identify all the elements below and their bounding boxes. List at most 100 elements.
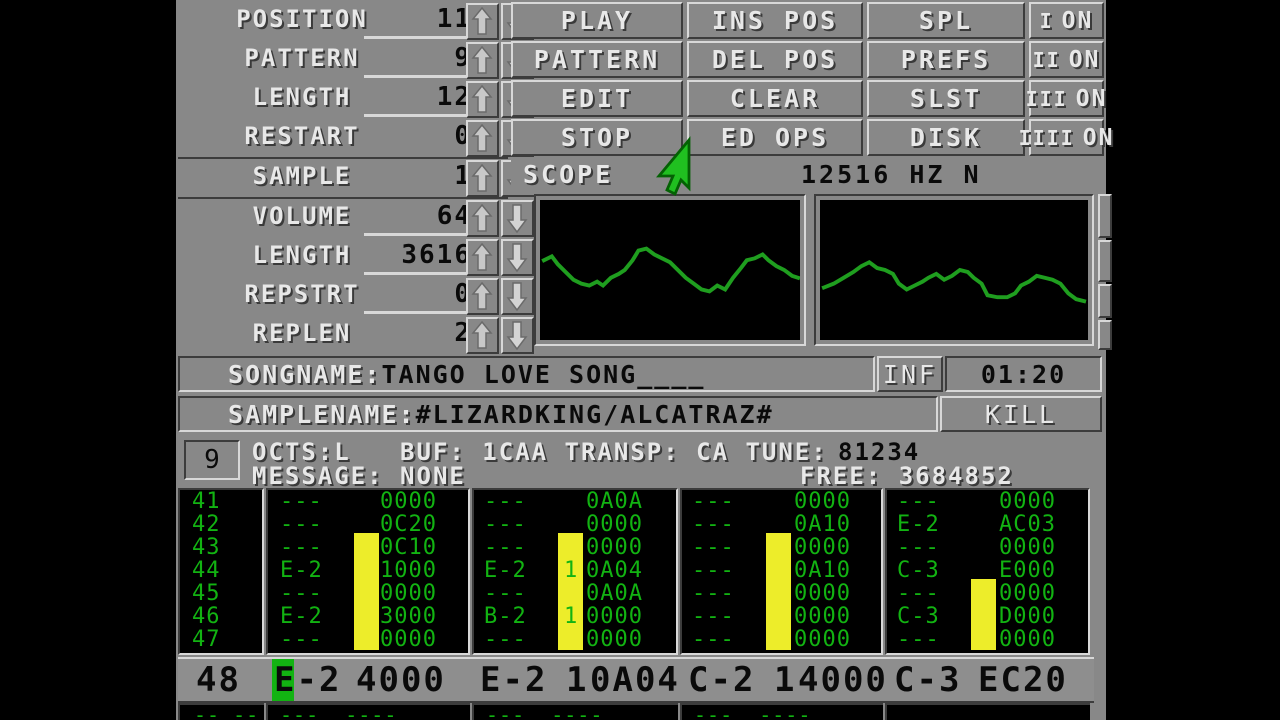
pattern-current-row[interactable]: 48 E-2 4000 E-2 1 0A04 C-2 1 4000 C-3 EC20: [178, 657, 1094, 703]
button-pattern[interactable]: PATTERN: [511, 41, 683, 78]
scope-display-right[interactable]: [814, 194, 1094, 346]
param-increment-button[interactable]: [466, 81, 499, 118]
button-ins-pos[interactable]: INS POS: [687, 2, 863, 39]
pattern-channel-column-4[interactable]: --- 0000 E-2 AC03 --- 0000 C-3 E000 --- 0000 C-3 D0…: [885, 488, 1090, 655]
current-row-effect-ch3[interactable]: 4000: [798, 659, 888, 701]
button-prefs[interactable]: PREFS: [867, 41, 1025, 78]
samplename-field[interactable]: SAMPLENAME: #LIZARDKING/ALCATRAZ#: [178, 396, 938, 432]
pattern-cell[interactable]: --- 0000: [682, 628, 881, 651]
param-increment-button[interactable]: [466, 200, 499, 237]
octave-box[interactable]: 9: [184, 440, 240, 480]
channel-toggle-1[interactable]: I ON: [1029, 2, 1104, 39]
scope-display-left[interactable]: [534, 194, 806, 346]
arrow-up-icon: [468, 83, 497, 116]
next-row-channel-2: --- ----: [472, 703, 678, 720]
current-row-sample-ch3[interactable]: 1: [774, 659, 796, 701]
pattern-cell[interactable]: --- 0000: [268, 490, 468, 513]
current-row-sample-ch2[interactable]: 1: [566, 659, 588, 701]
scroll-segment-3[interactable]: [1098, 284, 1112, 318]
param-increment-button[interactable]: [466, 278, 499, 315]
param-increment-button[interactable]: [466, 42, 499, 79]
channel-number-label: II: [1032, 47, 1061, 72]
button-spl[interactable]: SPL: [867, 2, 1025, 39]
param-value[interactable]: 9: [368, 41, 476, 76]
pattern-cell[interactable]: E-2 1000: [268, 559, 468, 582]
param-increment-button[interactable]: [466, 120, 499, 157]
pattern-cell[interactable]: --- 0C10: [268, 536, 468, 559]
pattern-cell[interactable]: --- 0000: [887, 628, 1088, 651]
pattern-cell[interactable]: E-2 AC03: [887, 513, 1088, 536]
button-ed-ops[interactable]: ED OPS: [687, 119, 863, 156]
pattern-cell[interactable]: --- 0000: [887, 490, 1088, 513]
param-value[interactable]: 64: [368, 199, 476, 234]
pattern-cell[interactable]: --- 0000: [268, 582, 468, 605]
kill-button[interactable]: KILL: [940, 396, 1102, 432]
channel-toggle-2[interactable]: II ON: [1029, 41, 1104, 78]
button-disk[interactable]: DISK: [867, 119, 1025, 156]
pattern-row-number: 41: [192, 489, 221, 514]
button-play[interactable]: PLAY: [511, 2, 683, 39]
current-row-effect-ch4[interactable]: EC20: [978, 659, 1068, 701]
button-stop[interactable]: STOP: [511, 119, 683, 156]
pattern-cell[interactable]: --- 0000: [682, 490, 881, 513]
scroll-segment-4[interactable]: [1098, 320, 1112, 350]
param-value[interactable]: 0: [368, 277, 476, 312]
pattern-cell[interactable]: --- 0000: [887, 582, 1088, 605]
button-clear[interactable]: CLEAR: [687, 80, 863, 117]
button-slst[interactable]: SLST: [867, 80, 1025, 117]
param-increment-button[interactable]: [466, 239, 499, 276]
channel-toggle-4[interactable]: IIII ON: [1019, 119, 1112, 156]
pattern-cell[interactable]: --- 0A0A: [474, 490, 676, 513]
current-row-note-ch4[interactable]: C-3: [894, 659, 961, 701]
pattern-cell[interactable]: --- 0000: [682, 605, 881, 628]
param-decrement-button[interactable]: [501, 278, 534, 315]
pattern-cell[interactable]: --- 0000: [474, 513, 676, 536]
pattern-cell[interactable]: B-2 1 0000: [474, 605, 676, 628]
songname-field[interactable]: SONGNAME: TANGO LOVE SONG____: [178, 356, 875, 392]
current-row-note-ch1[interactable]: E-2: [274, 659, 341, 701]
pattern-cell[interactable]: E-2 1 0A04: [474, 559, 676, 582]
param-value[interactable]: 12: [368, 80, 476, 115]
pattern-editor[interactable]: 41 42 43 44 45 46 47 --- 0000 --- 0C20 --- 0C10 E-2 10…: [178, 488, 1094, 655]
scope-rate-value: 12516: [801, 160, 892, 189]
button-edit[interactable]: EDIT: [511, 80, 683, 117]
param-decrement-button[interactable]: [501, 200, 534, 237]
pattern-cell[interactable]: --- 0A10: [682, 513, 881, 536]
param-decrement-button[interactable]: [501, 239, 534, 276]
scroll-segment-1[interactable]: [1098, 194, 1112, 238]
scroll-segment-2[interactable]: [1098, 240, 1112, 282]
current-row-note-ch2[interactable]: E-2: [480, 659, 547, 701]
pattern-cell[interactable]: --- 0000: [682, 536, 881, 559]
param-value[interactable]: 11: [368, 2, 476, 37]
pattern-cell[interactable]: --- 0A10: [682, 559, 881, 582]
pattern-cell[interactable]: E-2 3000: [268, 605, 468, 628]
pattern-cell[interactable]: --- 0A0A: [474, 582, 676, 605]
pattern-cell[interactable]: --- 0C20: [268, 513, 468, 536]
current-row-note-ch3[interactable]: C-2: [688, 659, 755, 701]
current-row-effect-ch2[interactable]: 0A04: [590, 659, 680, 701]
pattern-cell[interactable]: C-3 E000: [887, 559, 1088, 582]
channel-toggle-3[interactable]: III ON: [1026, 80, 1105, 117]
param-increment-button[interactable]: [466, 317, 499, 354]
button-del-pos[interactable]: DEL POS: [687, 41, 863, 78]
inf-button[interactable]: INF: [877, 356, 943, 392]
pattern-cell[interactable]: --- 0000: [474, 628, 676, 651]
scope-label[interactable]: SCOPE: [523, 157, 613, 193]
pattern-channel-column-2[interactable]: --- 0A0A --- 0000 --- 0000 E-2 1 0A04 --- 0A0A B-2 1…: [472, 488, 678, 655]
pattern-cell[interactable]: --- 0000: [682, 582, 881, 605]
param-increment-button[interactable]: [466, 3, 499, 40]
param-value[interactable]: 0: [368, 119, 476, 154]
pattern-channel-column-1[interactable]: --- 0000 --- 0C20 --- 0C10 E-2 1000 --- 0000 E-2 30…: [266, 488, 470, 655]
pattern-channel-column-3[interactable]: --- 0000 --- 0A10 --- 0000 --- 0A10 --- 0000 --- 00…: [680, 488, 883, 655]
param-value[interactable]: 2: [368, 316, 476, 351]
pattern-cell[interactable]: --- 0000: [268, 628, 468, 651]
pattern-cell[interactable]: --- 0000: [887, 536, 1088, 559]
current-row-effect-ch1[interactable]: 4000: [356, 659, 446, 701]
param-value[interactable]: 3616: [368, 238, 476, 273]
param-increment-button[interactable]: [466, 160, 499, 197]
pattern-cell[interactable]: --- 0000: [474, 536, 676, 559]
pattern-cell[interactable]: C-3 D000: [887, 605, 1088, 628]
param-decrement-button[interactable]: [501, 317, 534, 354]
param-value[interactable]: 1: [368, 159, 476, 194]
pattern-effect: 0C10: [380, 535, 437, 560]
